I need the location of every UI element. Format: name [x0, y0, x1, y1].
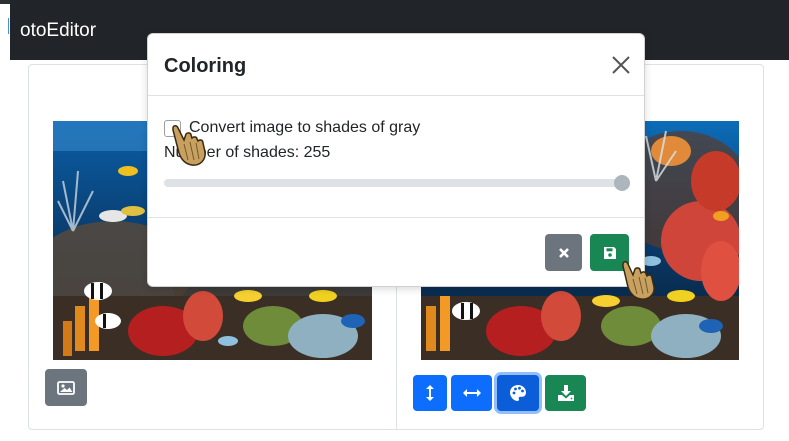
- coloring-dialog: Coloring Convert image to shades of gray…: [147, 33, 645, 287]
- grayscale-option: Convert image to shades of gray: [164, 118, 420, 138]
- open-image-button[interactable]: [45, 369, 87, 406]
- close-button[interactable]: [610, 54, 632, 76]
- flip-vertical-button[interactable]: [413, 375, 447, 411]
- app-brand[interactable]: otoEditor: [20, 21, 96, 40]
- palette-icon: [510, 385, 526, 401]
- dialog-body: Convert image to shades of gray Number o…: [148, 96, 644, 217]
- shades-slider[interactable]: [164, 175, 630, 191]
- image-icon: [57, 380, 75, 395]
- arrows-horizontal-icon: [462, 389, 481, 397]
- grayscale-label[interactable]: Convert image to shades of gray: [189, 119, 420, 137]
- save-button[interactable]: [590, 234, 629, 271]
- dialog-header: Coloring: [148, 34, 644, 96]
- download-button[interactable]: [545, 375, 586, 411]
- grayscale-checkbox[interactable]: [164, 119, 181, 137]
- cancel-button[interactable]: [545, 234, 582, 271]
- dialog-footer: [148, 217, 644, 288]
- shades-slider-thumb[interactable]: [614, 175, 630, 191]
- x-icon: [558, 247, 569, 258]
- shades-label: Number of shades: 255: [164, 144, 331, 161]
- text-caret: [8, 18, 9, 34]
- dialog-title: Coloring: [164, 55, 247, 77]
- coloring-button[interactable]: [497, 375, 539, 411]
- arrows-vertical-icon: [426, 385, 434, 401]
- floppy-disk-icon: [603, 246, 616, 259]
- download-icon: [557, 385, 574, 401]
- flip-horizontal-button[interactable]: [451, 375, 492, 411]
- close-icon: [612, 56, 630, 74]
